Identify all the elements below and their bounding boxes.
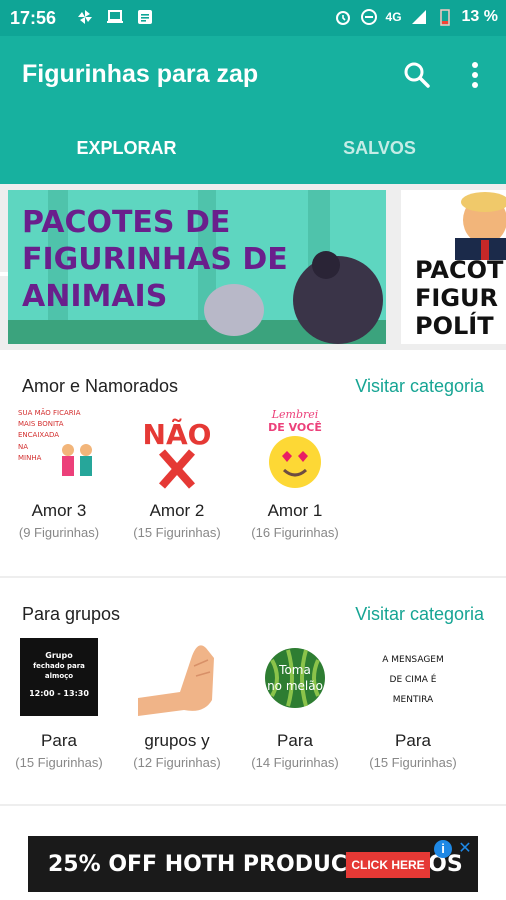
banner-politicos[interactable]: PACOT FIGUR POLÍT bbox=[401, 190, 506, 344]
pack-item[interactable]: Grupo fechado para almoço 12:00 - 13:30 … bbox=[0, 636, 118, 770]
pack-count: (15 Figurinhas) bbox=[369, 755, 457, 770]
thumb-text: DE VOCÊ bbox=[268, 421, 322, 434]
visit-category-link[interactable]: Visitar categoria bbox=[355, 376, 484, 397]
tab-explorar[interactable]: EXPLORAR bbox=[0, 128, 253, 180]
app-title: Figurinhas para zap bbox=[22, 60, 259, 88]
pack-name: Amor 2 bbox=[149, 501, 205, 520]
pack-thumbnail bbox=[134, 636, 220, 720]
pack-count: (14 Figurinhas) bbox=[251, 755, 339, 770]
tab-bar: EXPLORAR SALVOS bbox=[0, 128, 506, 276]
status-bar: 17:56 4G 13 % bbox=[0, 0, 506, 36]
pack-thumbnail: SUA MÃO FICARIA MAIS BONITA ENCAIXADA NA… bbox=[16, 406, 102, 490]
banner-line: PACOT bbox=[415, 256, 504, 284]
banner-line: POLÍT bbox=[415, 312, 494, 340]
banner-animais[interactable]: PACOTES DE FIGURINHAS DE ANIMAIS bbox=[8, 190, 386, 344]
thumb-text: NÃO bbox=[143, 417, 212, 451]
pack-name: Para bbox=[41, 731, 77, 750]
thumb-text: ENCAIXADA bbox=[18, 431, 59, 439]
laptop-icon bbox=[107, 10, 123, 23]
category-card-amor: Amor e Namorados Visitar categoria SUA M… bbox=[0, 350, 506, 576]
thumb-text: MENTIRA bbox=[393, 695, 434, 705]
close-icon[interactable]: ✕ bbox=[456, 840, 474, 858]
thumb-text: NA bbox=[18, 443, 28, 451]
pack-item[interactable]: Toma no melão Para (14 Figurinhas) bbox=[236, 636, 354, 770]
thumb-text: almoço bbox=[45, 672, 73, 680]
banner-line: FIGURINHAS DE bbox=[22, 242, 288, 277]
pack-item[interactable]: NÃO Amor 2 (15 Figurinhas) bbox=[118, 406, 236, 540]
thumb-text: A MENSAGEM bbox=[382, 655, 444, 665]
pack-count: (15 Figurinhas) bbox=[15, 755, 103, 770]
visit-category-link[interactable]: Visitar categoria bbox=[355, 604, 484, 625]
thumb-text: SUA MÃO FICARIA bbox=[18, 408, 81, 417]
category-title: Amor e Namorados bbox=[22, 376, 179, 396]
pack-count: (9 Figurinhas) bbox=[18, 525, 100, 540]
banner-line: ANIMAIS bbox=[22, 279, 168, 314]
thumb-text: fechado para bbox=[33, 662, 85, 670]
app-bar: Figurinhas para zap EXPLORAR SALVOS bbox=[0, 36, 506, 276]
pack-count: (15 Figurinhas) bbox=[133, 525, 221, 540]
category-card-grupos: Para grupos Visitar categoria Grupo fech… bbox=[0, 578, 506, 804]
pack-thumbnail: Grupo fechado para almoço 12:00 - 13:30 bbox=[20, 638, 98, 716]
banner-line: FIGUR bbox=[415, 284, 498, 312]
thumb-text: Toma bbox=[278, 663, 311, 677]
pinwheel-icon bbox=[78, 10, 92, 24]
alarm-icon bbox=[335, 11, 350, 25]
dnd-icon bbox=[360, 9, 377, 25]
thumb-text: Grupo bbox=[45, 651, 73, 660]
more-vert-icon[interactable] bbox=[468, 60, 482, 90]
network-type: 4G bbox=[385, 10, 402, 24]
pack-item[interactable]: grupos y (12 Figurinhas) bbox=[118, 636, 236, 770]
status-time: 17:56 bbox=[10, 8, 57, 28]
pack-count: (16 Figurinhas) bbox=[251, 525, 339, 540]
pack-name: Amor 1 bbox=[267, 501, 323, 520]
thumb-text: MAIS BONITA bbox=[18, 420, 64, 428]
signal-icon bbox=[411, 10, 426, 24]
pack-item[interactable]: Lembrei DE VOCÊ Amor 1 (16 Figurinhas) bbox=[236, 406, 354, 540]
pack-item[interactable]: A MENSAGEM DE CIMA É MENTIRA Para (15 Fi… bbox=[354, 636, 472, 770]
battery-level: 13 % bbox=[461, 8, 498, 25]
tab-salvos[interactable]: SALVOS bbox=[253, 128, 506, 180]
message-icon bbox=[138, 10, 152, 24]
pack-thumbnail: Lembrei DE VOCÊ bbox=[252, 406, 338, 490]
pack-name: grupos y bbox=[144, 731, 210, 750]
search-icon[interactable] bbox=[402, 60, 432, 90]
pack-name: Para bbox=[277, 731, 313, 750]
pack-thumbnail: Toma no melão bbox=[252, 636, 338, 720]
banner-carousel[interactable]: PACOTES DE FIGURINHAS DE ANIMAIS PACOT F… bbox=[0, 184, 506, 344]
pack-item[interactable]: SUA MÃO FICARIA MAIS BONITA ENCAIXADA NA… bbox=[0, 406, 118, 540]
ad-banner[interactable]: 25% OFF HOTH PRODUCT VIDEOS CLICK HERE i… bbox=[28, 836, 478, 892]
pack-name: Amor 3 bbox=[31, 501, 87, 520]
thumb-text: Lembrei bbox=[271, 408, 319, 421]
ad-cta-button[interactable]: CLICK HERE bbox=[346, 852, 430, 878]
pack-thumbnail: A MENSAGEM DE CIMA É MENTIRA bbox=[370, 636, 456, 720]
info-icon[interactable]: i bbox=[434, 840, 452, 858]
pack-count: (12 Figurinhas) bbox=[133, 755, 221, 770]
thumb-text: MINHA bbox=[18, 454, 42, 462]
thumb-text: DE CIMA É bbox=[390, 673, 437, 685]
category-title: Para grupos bbox=[22, 604, 121, 624]
pack-thumbnail: NÃO bbox=[134, 406, 220, 490]
person-photo bbox=[401, 190, 506, 260]
pack-name: Para bbox=[395, 731, 431, 750]
thumb-text: no melão bbox=[267, 679, 323, 693]
banner-line: PACOTES DE bbox=[22, 205, 231, 240]
battery-icon bbox=[439, 9, 450, 26]
thumb-text: 12:00 - 13:30 bbox=[29, 689, 89, 698]
